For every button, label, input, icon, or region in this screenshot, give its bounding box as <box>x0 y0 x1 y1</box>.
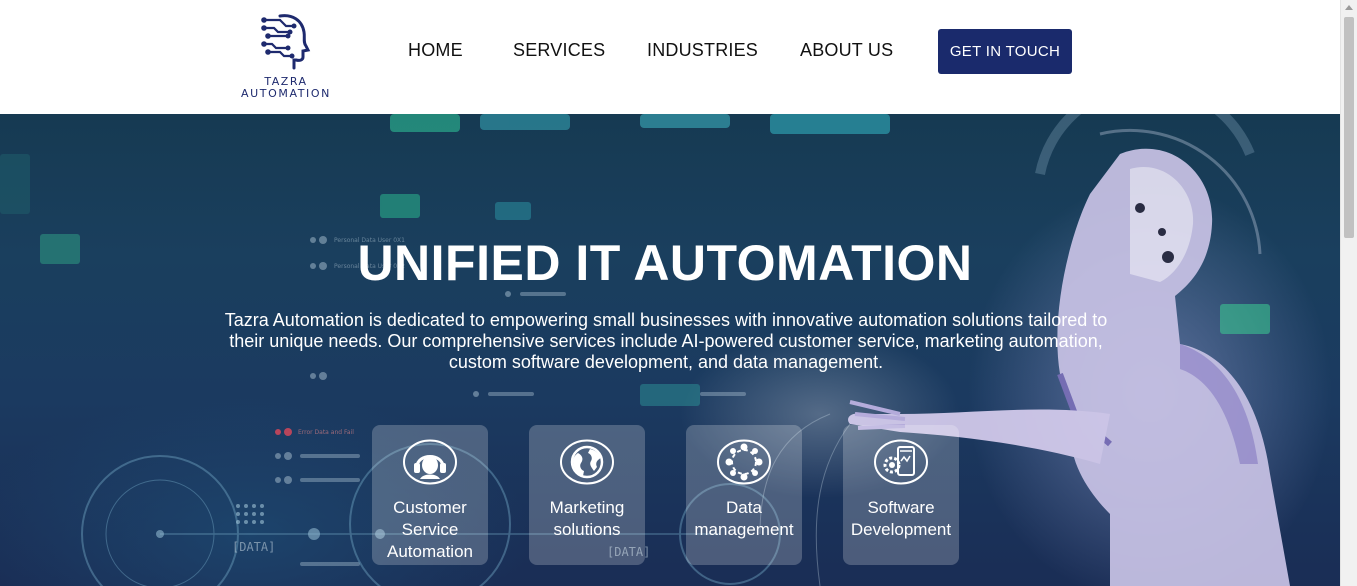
globe-icon <box>560 439 614 485</box>
hero-title: UNIFIED IT AUTOMATION <box>357 235 973 291</box>
hero-description: Tazra Automation is dedicated to empower… <box>224 310 1108 372</box>
scroll-up-arrow-icon[interactable] <box>1345 5 1353 10</box>
data-network-icon <box>717 439 771 485</box>
hero-section: [DATA] [DATA] Personal Data User 0X1 Per… <box>0 114 1340 586</box>
gear-tablet-icon <box>874 439 928 485</box>
nav-services-link[interactable]: SERVICES <box>513 40 605 61</box>
headset-agent-icon <box>403 439 457 485</box>
nav-home-link[interactable]: HOME <box>408 40 463 61</box>
service-card-data-management[interactable]: Data management <box>686 425 802 565</box>
service-card-marketing[interactable]: Marketing solutions <box>529 425 645 565</box>
service-card-software-development[interactable]: Software Development <box>843 425 959 565</box>
nav-about-link[interactable]: ABOUT US <box>800 40 893 61</box>
site-header: TAZRA AUTOMATION HOME SERVICES INDUSTRIE… <box>0 0 1340 114</box>
bg-error-label: Error Data and Fail <box>298 429 354 436</box>
nav-industries-link[interactable]: INDUSTRIES <box>647 40 758 61</box>
get-in-touch-button[interactable]: GET IN TOUCH <box>938 29 1072 74</box>
card-label-data-management: Data management <box>694 498 794 539</box>
card-label-customer-service: Customer Service Automation <box>387 498 473 561</box>
logo-text-line2: AUTOMATION <box>241 87 331 100</box>
card-label-software-development: Software Development <box>850 498 952 539</box>
card-label-marketing: Marketing solutions <box>549 498 625 539</box>
page-scrollbar[interactable] <box>1340 0 1357 586</box>
service-card-customer-service[interactable]: Customer Service Automation <box>372 425 488 565</box>
bg-data-tag-1: [DATA] <box>232 540 275 554</box>
brain-circuit-logo-icon <box>261 14 311 70</box>
site-logo[interactable]: TAZRA AUTOMATION <box>228 12 344 100</box>
scrollbar-thumb[interactable] <box>1344 17 1354 238</box>
